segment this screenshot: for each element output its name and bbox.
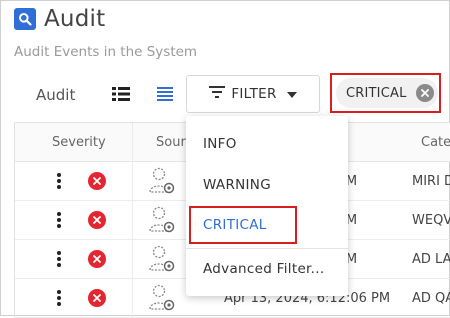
column-header-severity[interactable]: Severity [52,135,106,150]
search-icon [14,8,36,30]
more-vert-icon[interactable] [57,173,61,189]
error-icon [88,289,106,307]
more-vert-icon[interactable] [57,251,61,267]
user-settings-icon [148,166,176,196]
error-icon [88,172,106,190]
menu-item-critical[interactable]: CRITICAL [203,217,267,233]
menu-item-advanced-filter[interactable]: Advanced Filter... [203,261,324,277]
compact-list-icon[interactable] [156,86,174,102]
user-settings-icon [148,244,176,274]
page-subtitle: Audit Events in the System [14,44,198,60]
active-filter-chip[interactable]: CRITICAL [336,78,438,108]
row-category: WEQV [412,213,450,228]
row-category: AD QA [412,291,450,306]
more-vert-icon[interactable] [57,290,61,306]
column-header-category[interactable]: Cate [421,135,450,150]
more-vert-icon[interactable] [57,212,61,228]
clear-icon[interactable] [416,84,434,102]
list-view-icon[interactable] [112,86,130,102]
user-settings-icon [148,205,176,235]
menu-divider [186,248,348,249]
active-filter-highlight: CRITICAL [330,73,441,113]
filter-button[interactable]: FILTER [186,75,320,113]
user-settings-icon [148,283,176,313]
chip-label: CRITICAL [346,85,407,101]
menu-item-warning[interactable]: WARNING [203,177,271,193]
error-icon [88,250,106,268]
error-icon [88,211,106,229]
page-header: Audit [14,6,105,32]
filter-button-label: FILTER [231,86,277,102]
caret-down-icon [286,86,297,102]
menu-item-info[interactable]: INFO [203,136,237,152]
filter-icon [209,86,226,102]
row-category: AD LA [412,252,450,267]
filter-dropdown-menu: INFO WARNING CRITICAL Advanced Filter... [186,116,348,296]
page-title: Audit [44,6,106,32]
row-category: MIRI D [412,174,450,189]
view-label: Audit [36,86,76,104]
